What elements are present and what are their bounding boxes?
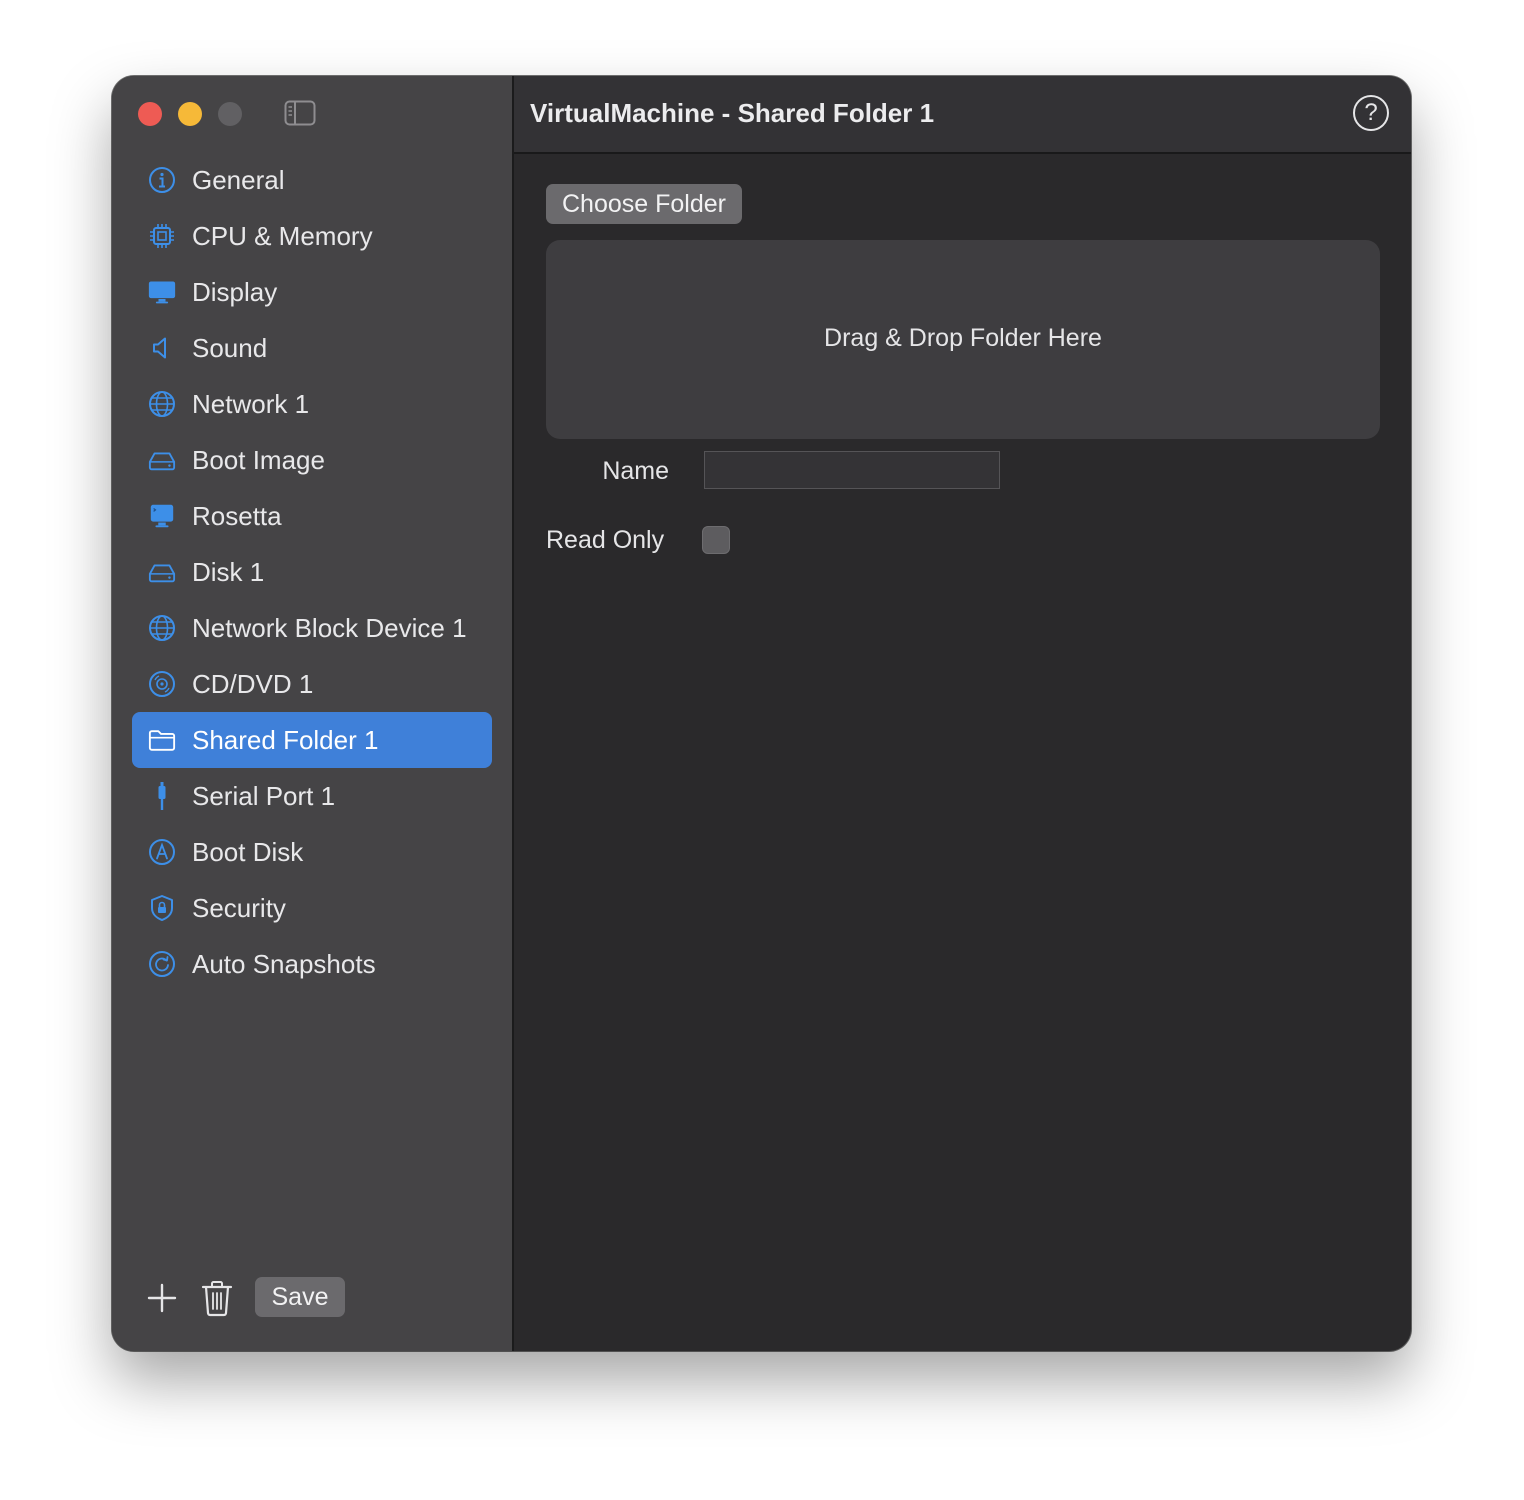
save-button[interactable]: Save (255, 1277, 345, 1317)
sidebar-item-cd-dvd-1[interactable]: CD/DVD 1 (132, 656, 492, 712)
close-window-button[interactable] (138, 102, 162, 126)
sidebar-item-sound[interactable]: Sound (132, 320, 492, 376)
globe-icon (148, 390, 176, 418)
sidebar-nav: General CPU & Memory Display Sound Netwo… (132, 152, 492, 992)
plus-icon[interactable] (146, 1282, 178, 1314)
sidebar-bottom-bar: Save (112, 1277, 512, 1319)
name-label: Name (602, 457, 669, 485)
disc-icon (148, 670, 176, 698)
sidebar-item-label: Network Block Device 1 (192, 613, 467, 643)
sidebar-item-display[interactable]: Display (132, 264, 492, 320)
lock-shield-icon (148, 894, 176, 922)
drive-icon (148, 558, 176, 586)
sidebar: General CPU & Memory Display Sound Netwo… (112, 76, 514, 1351)
sidebar-item-label: CD/DVD 1 (192, 669, 314, 699)
sidebar-item-label: Disk 1 (192, 557, 265, 587)
trash-icon[interactable] (200, 1279, 234, 1317)
sidebar-item-cpu-memory[interactable]: CPU & Memory (132, 208, 492, 264)
sidebar-item-network-block-device-1[interactable]: Network Block Device 1 (132, 600, 492, 656)
sidebar-item-rosetta[interactable]: Rosetta (132, 488, 492, 544)
settings-window: General CPU & Memory Display Sound Netwo… (112, 76, 1411, 1351)
info-icon (148, 166, 176, 194)
sidebar-item-disk-1[interactable]: Disk 1 (132, 544, 492, 600)
sidebar-item-label: Network 1 (192, 389, 310, 419)
sidebar-item-label: Shared Folder 1 (192, 725, 379, 755)
sidebar-item-general[interactable]: General (132, 152, 492, 208)
sidebar-item-serial-port-1[interactable]: Serial Port 1 (132, 768, 492, 824)
read-only-checkbox[interactable] (702, 526, 730, 554)
title-bar: VirtualMachine - Shared Folder 1 ? (514, 76, 1411, 154)
help-button[interactable]: ? (1353, 95, 1389, 131)
folder-drop-zone[interactable]: Drag & Drop Folder Here (546, 240, 1380, 439)
sidebar-item-network-1[interactable]: Network 1 (132, 376, 492, 432)
app-store-icon (148, 838, 176, 866)
sidebar-item-label: Sound (192, 333, 268, 363)
clock-arrow-icon (148, 950, 176, 978)
drive-icon (148, 446, 176, 474)
read-only-label: Read Only (546, 526, 665, 554)
cpu-icon (148, 222, 176, 250)
sidebar-item-security[interactable]: Security (132, 880, 492, 936)
sidebar-item-label: Security (192, 893, 286, 923)
terminal-display-icon (148, 502, 176, 530)
sidebar-item-auto-snapshots[interactable]: Auto Snapshots (132, 936, 492, 992)
globe-icon (148, 614, 176, 642)
sidebar-toggle-icon[interactable] (284, 100, 316, 126)
name-field[interactable] (704, 451, 1000, 489)
sidebar-item-label: CPU & Memory (192, 221, 373, 251)
folder-icon (148, 726, 176, 754)
choose-folder-button[interactable]: Choose Folder (546, 184, 742, 224)
sidebar-item-label: Auto Snapshots (192, 949, 376, 979)
speaker-icon (148, 334, 176, 362)
sidebar-item-label: Display (192, 277, 278, 307)
minimize-window-button[interactable] (178, 102, 202, 126)
sidebar-item-shared-folder-1[interactable]: Shared Folder 1 (132, 712, 492, 768)
sidebar-item-label: Rosetta (192, 501, 282, 531)
sidebar-item-boot-image[interactable]: Boot Image (132, 432, 492, 488)
drop-zone-label: Drag & Drop Folder Here (824, 324, 1102, 352)
display-icon (148, 278, 176, 306)
zoom-window-button[interactable] (218, 102, 242, 126)
sidebar-item-label: Serial Port 1 (192, 781, 336, 811)
sidebar-item-label: Boot Disk (192, 837, 304, 867)
sidebar-item-boot-disk[interactable]: Boot Disk (132, 824, 492, 880)
sidebar-item-label: General (192, 165, 285, 195)
sidebar-item-label: Boot Image (192, 445, 325, 475)
main-content: VirtualMachine - Shared Folder 1 ? Choos… (514, 76, 1411, 1351)
cable-connector-icon (148, 782, 176, 810)
window-title: VirtualMachine - Shared Folder 1 (530, 98, 935, 128)
